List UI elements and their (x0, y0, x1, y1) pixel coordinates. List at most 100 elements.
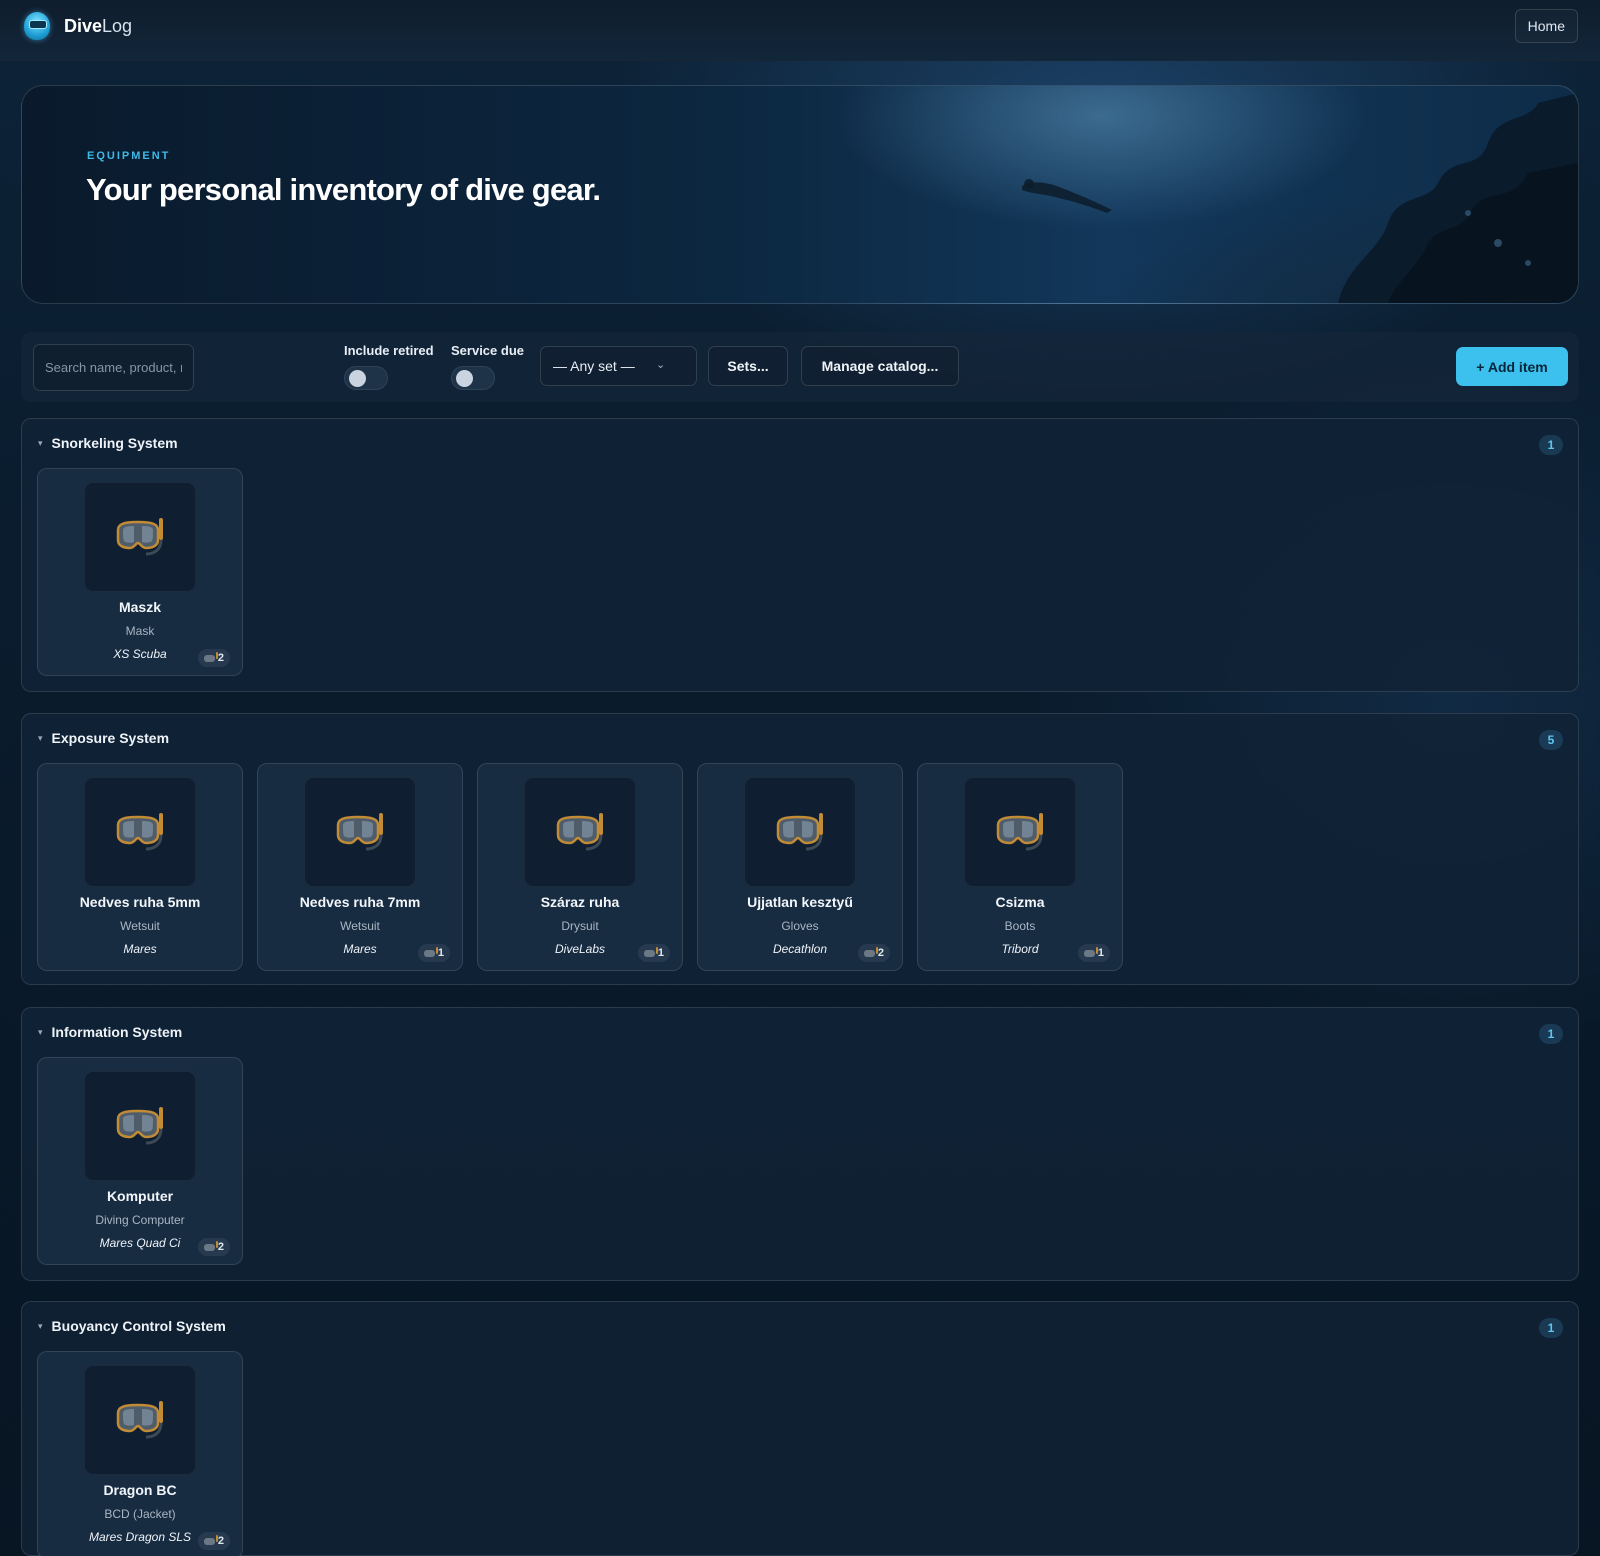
section-title: Buoyancy Control System (51, 1318, 226, 1334)
equipment-section: ▾ Buoyancy Control System 1 Dragon BC BC… (21, 1301, 1579, 1556)
add-item-button[interactable]: + Add item (1456, 347, 1568, 386)
equipment-section: ▾ Snorkeling System 1 Maszk Mask XS Scub… (21, 418, 1579, 692)
section-count-badge: 1 (1539, 1318, 1563, 1338)
include-retired-label: Include retired (344, 343, 434, 358)
set-select-value: — Any set — (553, 358, 635, 374)
snorkel-mask-icon (863, 946, 878, 957)
equipment-card[interactable]: Száraz ruha Drysuit DiveLabs 1 (477, 763, 683, 971)
snorkel-mask-icon (203, 1240, 218, 1251)
item-name: Nedves ruha 7mm (299, 894, 421, 910)
usage-count: 1 (657, 947, 664, 959)
manage-catalog-button[interactable]: Manage catalog... (801, 346, 959, 386)
equipment-card[interactable]: Ujjatlan kesztyű Gloves Decathlon 2 (697, 763, 903, 971)
item-type: Boots (1004, 919, 1036, 933)
usage-count: 2 (217, 1241, 224, 1253)
equipment-card-list: Maszk Mask XS Scuba 2 (37, 468, 243, 676)
usage-count: 2 (877, 947, 884, 959)
underwater-diver-reef-illustration (1338, 93, 1578, 303)
item-type: Mask (125, 624, 155, 638)
equipment-card[interactable]: Komputer Diving Computer Mares Quad Ci 2 (37, 1057, 243, 1265)
section-header[interactable]: ▾ Exposure System (38, 730, 169, 746)
dive-mask-logo-icon (24, 12, 50, 40)
item-name: Komputer (106, 1188, 174, 1204)
app-name-light: Log (102, 15, 133, 36)
section-header[interactable]: ▾ Snorkeling System (38, 435, 178, 451)
snorkel-mask-icon (423, 946, 438, 957)
section-header[interactable]: ▾ Buoyancy Control System (38, 1318, 226, 1334)
section-title: Information System (51, 1024, 183, 1040)
diver-silhouette-icon (1022, 179, 1112, 213)
section-count-badge: 1 (1539, 435, 1563, 455)
section-eyebrow: EQUIPMENT (87, 150, 171, 162)
equipment-card-list: Dragon BC BCD (Jacket) Mares Dragon SLS … (37, 1351, 243, 1556)
section-count-badge: 5 (1539, 730, 1563, 750)
equipment-card[interactable]: Nedves ruha 7mm Wetsuit Mares 1 (257, 763, 463, 971)
snorkel-mask-icon (84, 777, 196, 887)
brand[interactable]: DiveLog (24, 12, 132, 40)
item-type: Wetsuit (340, 919, 380, 933)
equipment-section: ▾ Exposure System 5 Nedves ruha 5mm Wets… (21, 713, 1579, 985)
section-count-badge: 1 (1539, 1024, 1563, 1044)
app-name: DiveLog (64, 16, 132, 37)
snorkel-mask-icon (1083, 946, 1098, 957)
item-type: Wetsuit (120, 919, 160, 933)
hero-banner: EQUIPMENT Your personal inventory of div… (21, 85, 1579, 304)
usage-count-badge: 1 (1077, 944, 1110, 962)
caret-down-icon[interactable]: ▾ (38, 1321, 43, 1332)
snorkel-mask-icon (203, 1534, 218, 1545)
caret-down-icon[interactable]: ▾ (38, 438, 43, 449)
snorkel-mask-icon (84, 1071, 196, 1181)
item-name: Dragon BC (103, 1482, 177, 1498)
item-name: Ujjatlan kesztyű (747, 894, 853, 910)
snorkel-mask-icon (744, 777, 856, 887)
snorkel-mask-icon (84, 1365, 196, 1475)
equipment-card[interactable]: Dragon BC BCD (Jacket) Mares Dragon SLS … (37, 1351, 243, 1556)
usage-count-badge: 2 (197, 1532, 230, 1550)
equipment-card-list: Nedves ruha 5mm Wetsuit Mares Nedves ruh… (37, 763, 1123, 971)
usage-count: 2 (217, 1535, 224, 1547)
filter-toolbar: Include retired Service due — Any set — … (21, 332, 1579, 402)
equipment-card[interactable]: Maszk Mask XS Scuba 2 (37, 468, 243, 676)
usage-count-badge: 2 (857, 944, 890, 962)
include-retired-filter: Include retired (344, 343, 434, 390)
usage-count-badge: 1 (637, 944, 670, 962)
chevron-down-icon: ⌄ (656, 359, 666, 371)
snorkel-mask-icon (643, 946, 658, 957)
snorkel-mask-icon (524, 777, 636, 887)
item-brand: Mares (123, 942, 157, 956)
section-header[interactable]: ▾ Information System (38, 1024, 182, 1040)
item-type: Drysuit (561, 919, 599, 933)
item-name: Nedves ruha 5mm (79, 894, 201, 910)
equipment-card[interactable]: Csizma Boots Tribord 1 (917, 763, 1123, 971)
item-type: BCD (Jacket) (104, 1507, 176, 1521)
caret-down-icon[interactable]: ▾ (38, 733, 43, 744)
snorkel-mask-icon (203, 651, 218, 662)
service-due-label: Service due (451, 343, 524, 358)
usage-count: 1 (437, 947, 444, 959)
service-due-toggle[interactable] (451, 366, 495, 390)
sets-button[interactable]: Sets... (708, 346, 788, 386)
app-name-bold: Dive (64, 15, 103, 36)
include-retired-toggle[interactable] (344, 366, 388, 390)
section-title: Exposure System (51, 730, 170, 746)
item-type: Gloves (781, 919, 819, 933)
snorkel-mask-icon (964, 777, 1076, 887)
usage-count-badge: 2 (197, 1238, 230, 1256)
home-button[interactable]: Home (1514, 9, 1578, 43)
item-name: Csizma (995, 894, 1045, 910)
item-name: Száraz ruha (540, 894, 620, 910)
top-navbar: DiveLog Home (0, 0, 1600, 61)
usage-count-badge: 1 (417, 944, 450, 962)
equipment-card[interactable]: Nedves ruha 5mm Wetsuit Mares (37, 763, 243, 971)
item-name: Maszk (118, 599, 162, 615)
usage-count: 2 (217, 652, 224, 664)
service-due-filter: Service due (451, 343, 524, 390)
caret-down-icon[interactable]: ▾ (38, 1027, 43, 1038)
set-select[interactable]: — Any set — ⌄ (540, 346, 697, 386)
section-title: Snorkeling System (51, 435, 178, 451)
search-input[interactable] (33, 344, 194, 391)
equipment-section: ▾ Information System 1 Komputer Diving C… (21, 1007, 1579, 1281)
usage-count-badge: 2 (197, 649, 230, 667)
snorkel-mask-icon (84, 482, 196, 592)
snorkel-mask-icon (304, 777, 416, 887)
